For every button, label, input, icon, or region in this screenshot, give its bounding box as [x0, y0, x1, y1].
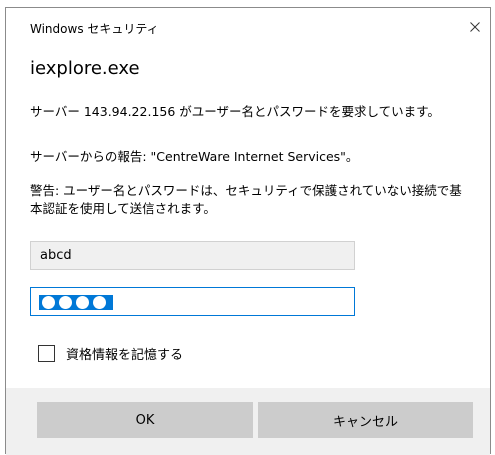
- title-bar: Windows セキュリティ: [6, 8, 490, 42]
- window-title: Windows セキュリティ: [30, 22, 159, 36]
- remember-credentials-label: 資格情報を記憶する: [66, 347, 184, 363]
- close-icon: [470, 22, 480, 32]
- remember-credentials-checkbox[interactable]: 資格情報を記憶する: [38, 343, 183, 363]
- password-mask-dot: [59, 296, 72, 309]
- username-field[interactable]: [30, 241, 355, 270]
- password-mask-dot: [42, 296, 55, 309]
- cancel-button[interactable]: キャンセル: [258, 402, 473, 438]
- warning-message: 警告: ユーザー名とパスワードは、セキュリティで保護されていない接続で基本認証を…: [30, 183, 462, 216]
- security-dialog: Windows セキュリティ iexplore.exe サーバー 143.94.…: [5, 7, 491, 455]
- request-message: サーバー 143.94.22.156 がユーザー名とパスワードを要求しています。: [30, 104, 440, 119]
- app-name: iexplore.exe: [30, 58, 140, 79]
- password-selection: [39, 295, 113, 310]
- ok-button[interactable]: OK: [37, 402, 253, 438]
- password-mask-dot: [76, 296, 89, 309]
- password-mask-dot: [93, 296, 106, 309]
- server-report-message: サーバーからの報告: "CentreWare Internet Services…: [30, 149, 359, 164]
- checkbox-box[interactable]: [38, 344, 55, 362]
- password-field[interactable]: [30, 287, 355, 316]
- button-footer: OK キャンセル: [6, 388, 490, 455]
- close-button[interactable]: [466, 18, 484, 36]
